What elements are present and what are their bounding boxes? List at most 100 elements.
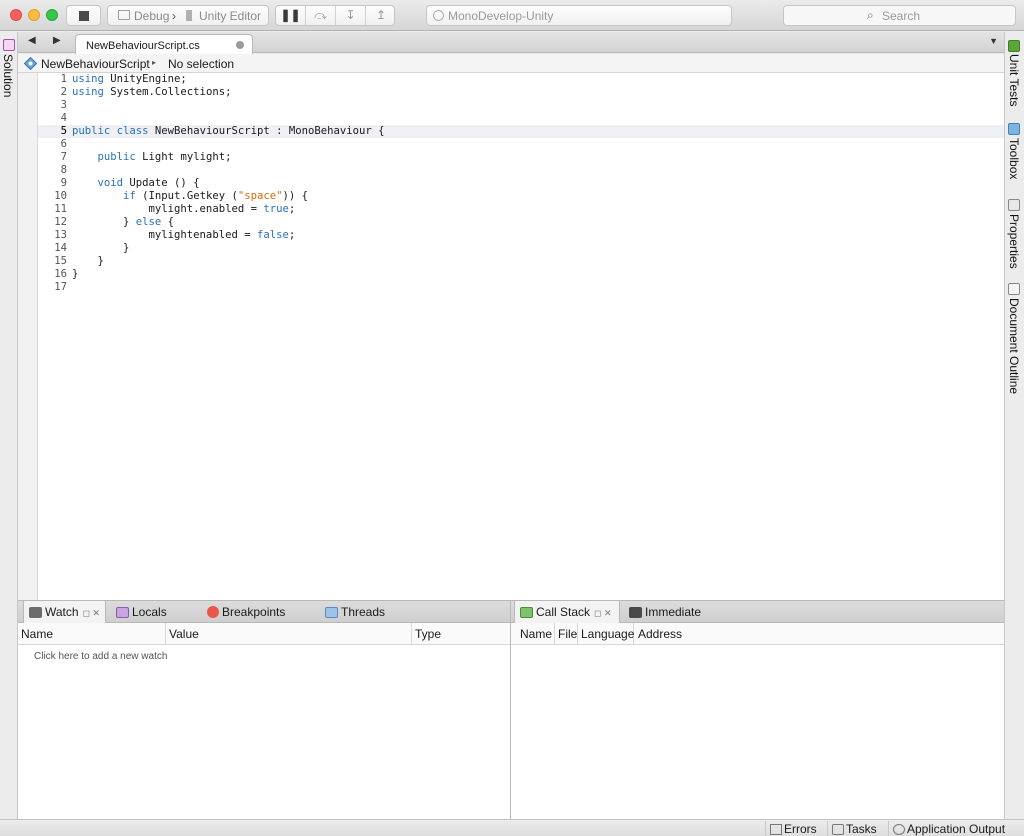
code-text[interactable]: using UnityEngine; using System.Collectio… xyxy=(72,73,992,294)
tab-watch[interactable]: Watch ◻ ✕ xyxy=(23,601,106,623)
left-dock-strip: Solution xyxy=(0,32,18,819)
code-editor[interactable]: 1 2 3 4 5 6 7 8 9 10 11 12 13 14 15 16 17 using UnityEng… xyxy=(18,73,1004,600)
toolbox-pad-toggle[interactable]: Toolbox xyxy=(1007,138,1021,179)
code-line[interactable]: } xyxy=(72,242,992,255)
unit-tests-pad-toggle[interactable]: Unit Tests xyxy=(1007,54,1021,106)
target-label: Unity Editor xyxy=(199,9,262,23)
application-output-pad-button[interactable]: Application Output xyxy=(888,821,1024,836)
status-display: MonoDevelop-Unity xyxy=(426,5,732,26)
tab-breakpoints-label: Breakpoints xyxy=(222,605,286,619)
code-token: mylight.enabled = xyxy=(72,203,264,215)
tab-breakpoints[interactable]: Breakpoints xyxy=(207,601,285,623)
zoom-window-button[interactable] xyxy=(46,9,58,21)
code-line[interactable]: public Light mylight; xyxy=(72,151,992,164)
step-over-button[interactable]: ⤼ xyxy=(306,6,336,25)
code-line[interactable] xyxy=(72,138,992,151)
line-number: 6 xyxy=(60,138,67,150)
pad-controls-icon[interactable]: ◻ ✕ xyxy=(83,608,101,618)
column-name[interactable]: Name xyxy=(517,623,555,645)
debug-left-tabs: Watch ◻ ✕ Locals Breakpoints Threads xyxy=(18,601,510,623)
column-type[interactable]: Type xyxy=(412,623,511,645)
line-number: 10 xyxy=(54,190,67,202)
code-string: "space" xyxy=(237,190,283,202)
configuration-label: Debug xyxy=(134,9,170,23)
column-value[interactable]: Value xyxy=(166,623,412,645)
line-number: 12 xyxy=(54,216,67,228)
search-input[interactable]: ⌕ Search xyxy=(783,5,1016,26)
code-line[interactable]: using System.Collections; xyxy=(72,86,992,99)
document-outline-pad-toggle[interactable]: Document Outline xyxy=(1007,298,1021,394)
code-line[interactable]: void Update () { xyxy=(72,177,992,190)
tab-watch-label: Watch xyxy=(45,605,79,619)
toolbox-icon xyxy=(1008,123,1020,135)
nav-back-icon[interactable]: ◀ xyxy=(28,35,36,46)
errors-pad-button[interactable]: Errors xyxy=(765,821,826,836)
path-bar: NewBehaviourScript ▸ No selection xyxy=(18,54,1004,73)
code-keyword: false xyxy=(256,229,289,241)
code-line[interactable]: } xyxy=(72,268,992,281)
step-out-button[interactable]: ↥ xyxy=(366,6,396,25)
tab-locals[interactable]: Locals xyxy=(116,601,167,623)
tab-threads[interactable]: Threads xyxy=(325,601,385,623)
code-line[interactable] xyxy=(72,281,992,294)
code-keyword: using xyxy=(72,73,104,85)
add-watch-placeholder[interactable]: Click here to add a new watch xyxy=(34,651,167,662)
path-member-dropdown[interactable]: No selection xyxy=(168,57,234,71)
application-output-icon xyxy=(893,824,905,835)
step-into-button[interactable]: ↧ xyxy=(336,6,366,25)
column-name[interactable]: Name xyxy=(18,623,166,645)
tab-immediate[interactable]: Immediate xyxy=(629,601,701,623)
tab-list-dropdown-icon[interactable]: ▼ xyxy=(989,36,998,46)
pad-controls-icon[interactable]: ◻ ✕ xyxy=(594,608,612,618)
column-address[interactable]: Address xyxy=(635,623,735,645)
right-dock-strip: Unit Tests Toolbox Properties Document O… xyxy=(1004,32,1024,819)
tasks-icon xyxy=(832,824,844,835)
code-token: )) { xyxy=(282,190,309,202)
code-token: Light mylight; xyxy=(135,151,232,163)
path-separator-icon: ▸ xyxy=(152,58,157,67)
configuration-selector[interactable]: Debug › Unity Editor xyxy=(107,5,269,26)
minimize-window-button[interactable] xyxy=(28,9,40,21)
unit-tests-icon xyxy=(1008,40,1020,52)
document-tab-bar: ◀ ▶ NewBehaviourScript.cs ▼ xyxy=(18,32,1004,54)
pause-button[interactable]: ❚❚ xyxy=(276,6,306,25)
code-line[interactable]: using UnityEngine; xyxy=(72,73,992,86)
tasks-pad-button[interactable]: Tasks xyxy=(827,821,887,836)
nav-forward-icon[interactable]: ▶ xyxy=(53,35,61,46)
properties-pad-toggle[interactable]: Properties xyxy=(1007,214,1021,269)
solution-icon xyxy=(3,39,15,51)
line-number: 2 xyxy=(60,86,67,98)
line-number: 14 xyxy=(54,242,67,254)
line-number: 16 xyxy=(54,268,67,280)
tab-call-stack-label: Call Stack xyxy=(536,605,591,619)
debug-pad-right: Call Stack ◻ ✕ Immediate Name File Langua… xyxy=(511,600,1004,819)
code-token: (Input.Getkey ( xyxy=(135,190,238,202)
code-line[interactable]: } else { xyxy=(72,216,992,229)
code-token: } xyxy=(72,268,79,280)
code-token: Update () { xyxy=(123,177,200,189)
code-line[interactable]: mylightenabled = false; xyxy=(72,229,992,242)
code-line[interactable] xyxy=(72,164,992,177)
code-keyword: if xyxy=(123,190,136,202)
editor-gutter[interactable] xyxy=(18,73,38,600)
column-file[interactable]: File xyxy=(555,623,578,645)
code-token: NewBehaviourScript : MonoBehaviour { xyxy=(148,125,385,137)
code-line[interactable] xyxy=(72,99,992,112)
solution-pad-toggle[interactable]: Solution xyxy=(1,54,15,97)
document-tab[interactable]: NewBehaviourScript.cs xyxy=(75,34,253,54)
code-line[interactable] xyxy=(72,112,992,125)
line-numbers: 1 2 3 4 5 6 7 8 9 10 11 12 13 14 15 16 17 xyxy=(38,73,68,294)
stop-button[interactable] xyxy=(66,5,101,26)
code-line[interactable]: mylight.enabled = true; xyxy=(72,203,992,216)
column-language[interactable]: Language xyxy=(578,623,634,645)
path-class-dropdown[interactable]: NewBehaviourScript xyxy=(41,57,150,71)
tab-close-icon[interactable] xyxy=(236,41,244,49)
close-window-button[interactable] xyxy=(10,9,22,21)
main-toolbar: Debug › Unity Editor ❚❚ ⤼ ↧ ↥ MonoDevelo… xyxy=(0,0,1024,31)
search-icon: ⌕ xyxy=(867,8,874,22)
tab-call-stack[interactable]: Call Stack ◻ ✕ xyxy=(514,601,620,623)
code-line[interactable]: if (Input.Getkey ("space")) { xyxy=(72,190,992,203)
code-line[interactable]: } xyxy=(72,255,992,268)
line-number: 1 xyxy=(60,73,67,85)
code-line[interactable]: public class NewBehaviourScript : MonoBe… xyxy=(72,125,992,138)
